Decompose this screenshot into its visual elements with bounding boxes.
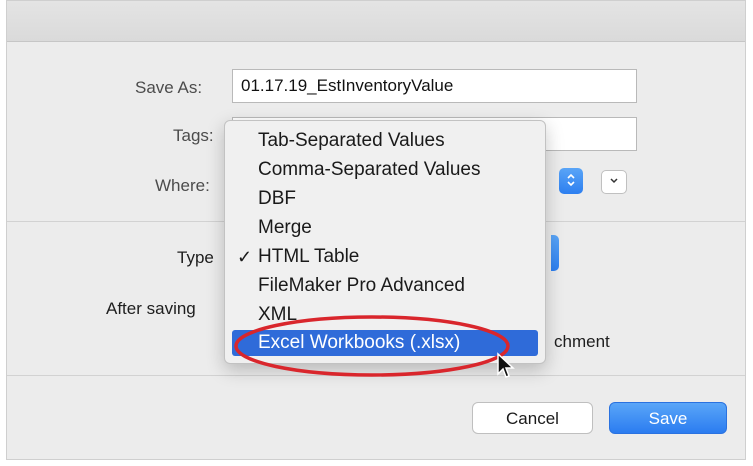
- chevron-down-icon: [609, 176, 619, 188]
- save-as-input[interactable]: 01.17.19_EstInventoryValue: [232, 69, 637, 103]
- menu-item-html-table[interactable]: ✓ HTML Table: [225, 244, 545, 270]
- menu-item-tab-separated[interactable]: Tab-Separated Values: [225, 128, 545, 154]
- type-label: Type: [177, 248, 214, 267]
- cancel-button[interactable]: Cancel: [472, 402, 593, 434]
- menu-item-label: Comma-Separated Values: [258, 159, 481, 180]
- menu-item-filemaker[interactable]: FileMaker Pro Advanced: [225, 273, 545, 299]
- menu-item-comma-separated[interactable]: Comma-Separated Values: [225, 157, 545, 183]
- highlight-ellipse: [234, 315, 510, 377]
- attachment-label-fragment: chment: [554, 332, 610, 351]
- save-as-label: Save As:: [135, 78, 203, 97]
- menu-item-label: Tab-Separated Values: [258, 130, 445, 151]
- chevron-updown-icon: [566, 172, 576, 191]
- after-saving-label: After saving: [106, 299, 196, 318]
- menu-item-label: HTML Table: [258, 246, 360, 267]
- checkmark-icon: ✓: [237, 247, 253, 267]
- save-button[interactable]: Save: [609, 402, 727, 434]
- where-label: Where:: [155, 176, 210, 195]
- menu-item-label: FileMaker Pro Advanced: [258, 275, 465, 296]
- menu-item-merge[interactable]: Merge: [225, 215, 545, 241]
- where-stepper-button[interactable]: [559, 168, 583, 194]
- dialog-titlebar: [7, 1, 745, 42]
- expand-button[interactable]: [601, 170, 627, 194]
- type-popup-edge: [551, 235, 559, 271]
- arrow-cursor-icon: [497, 352, 515, 378]
- menu-item-label: DBF: [258, 188, 296, 209]
- menu-item-label: Merge: [258, 217, 312, 238]
- menu-item-dbf[interactable]: DBF: [225, 186, 545, 212]
- tags-label: Tags:: [173, 126, 214, 145]
